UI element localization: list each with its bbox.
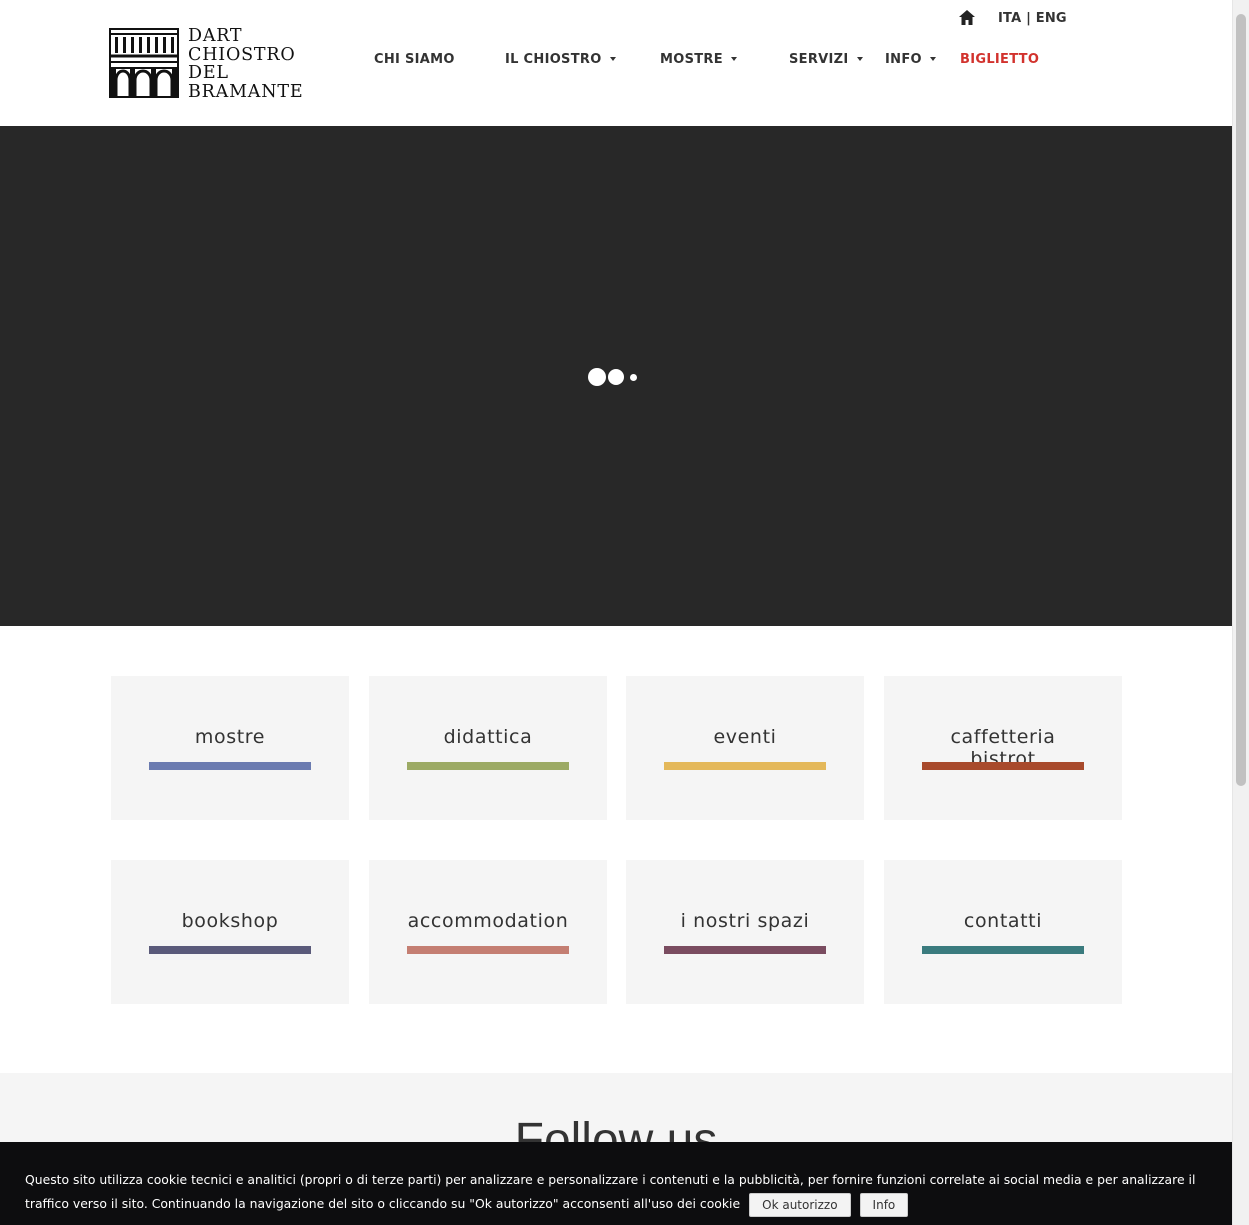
lang-eng-link[interactable]: ENG	[1036, 11, 1067, 26]
site-logo[interactable]: DART CHIOSTRO DEL BRAMANTE	[109, 27, 319, 101]
scrollbar-thumb[interactable]	[1236, 14, 1246, 786]
tile-label: contatti	[963, 910, 1043, 932]
caret-down-icon	[929, 56, 936, 61]
cookie-message: Questo sito utilizza cookie tecnici e an…	[25, 1168, 1210, 1217]
page-scrollbar[interactable]	[1232, 0, 1249, 1225]
tile-color-bar	[922, 762, 1084, 770]
tile-color-bar	[922, 946, 1084, 954]
cookie-banner: Questo sito utilizza cookie tecnici e an…	[0, 1142, 1232, 1225]
tile-accommodation[interactable]: accommodation	[369, 860, 607, 1004]
loader-dot	[608, 369, 624, 385]
logo-line: BRAMANTE	[188, 81, 304, 102]
tile-contatti[interactable]: contatti	[884, 860, 1122, 1004]
tile-label: didattica	[443, 726, 533, 748]
caret-down-icon	[609, 56, 616, 61]
loader-dot	[630, 374, 637, 381]
tile-didattica[interactable]: didattica	[369, 676, 607, 820]
tile-color-bar	[149, 946, 311, 954]
tile-color-bar	[664, 762, 826, 770]
tile-caffetteria-bistrot[interactable]: caffetteria bistrot	[884, 676, 1122, 820]
tile-bookshop[interactable]: bookshop	[111, 860, 349, 1004]
tile-color-bar	[664, 946, 826, 954]
logo-wordmark: DART CHIOSTRO DEL BRAMANTE	[188, 27, 303, 101]
tile-label: mostre	[194, 726, 266, 748]
nav-il-chiostro[interactable]: IL CHIOSTRO	[505, 52, 616, 67]
loader-dot	[588, 368, 606, 386]
logo-line: DEL	[188, 63, 229, 83]
cookie-info-button[interactable]: Info	[859, 1192, 909, 1217]
cookie-text: Questo sito utilizza cookie tecnici e an…	[25, 1172, 1196, 1211]
tile-color-bar	[407, 946, 569, 954]
nav-info[interactable]: INFO	[885, 52, 936, 67]
tile-label: bookshop	[181, 910, 279, 932]
tile-label: accommodation	[407, 910, 569, 932]
nav-chi-siamo[interactable]: CHI SIAMO	[374, 52, 455, 67]
nav-servizi[interactable]: SERVIZI	[789, 52, 863, 67]
cloister-logo-icon	[109, 28, 179, 98]
hero-slider	[0, 126, 1232, 626]
tile-color-bar	[407, 762, 569, 770]
loading-dots-icon	[588, 367, 648, 387]
tile-i-nostri-spazi[interactable]: i nostri spazi	[626, 860, 864, 1004]
logo-line: CHIOSTRO	[188, 44, 296, 65]
tile-color-bar	[149, 762, 311, 770]
nav-mostre[interactable]: MOSTRE	[660, 52, 737, 67]
tile-mostre[interactable]: mostre	[111, 676, 349, 820]
cookie-accept-button[interactable]: Ok autorizzo	[749, 1192, 851, 1217]
tile-eventi[interactable]: eventi	[626, 676, 864, 820]
tile-label: eventi	[713, 726, 777, 748]
language-switcher: ITA | ENG	[998, 11, 1067, 26]
tile-label: i nostri spazi	[680, 910, 810, 932]
home-icon[interactable]	[958, 9, 976, 26]
lang-separator: |	[1021, 11, 1036, 26]
caret-down-icon	[856, 56, 863, 61]
lang-ita-link[interactable]: ITA	[998, 11, 1021, 26]
caret-down-icon	[730, 56, 737, 61]
site-header: DART CHIOSTRO DEL BRAMANTE CHI SIAMO IL …	[0, 0, 1232, 126]
logo-line: DART	[188, 26, 243, 46]
nav-biglietto[interactable]: BIGLIETTO	[960, 52, 1039, 67]
